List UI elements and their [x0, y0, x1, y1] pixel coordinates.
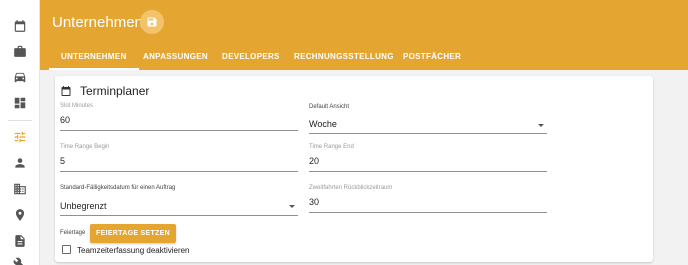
default-view-value[interactable]: Woche — [309, 119, 337, 129]
person-icon[interactable] — [12, 155, 28, 171]
field-underline — [309, 133, 547, 134]
tab-bar: UNTERNEHMEN ANPASSUNGEN DEVELOPERS RECHN… — [40, 46, 688, 70]
dashboard-icon[interactable] — [12, 95, 28, 111]
app-header: Unternehmen UNTERNEHMEN ANPASSUNGEN DEVE… — [40, 0, 688, 70]
sidebar-divider — [8, 120, 32, 121]
field-underline — [60, 171, 298, 172]
slot-minutes-label: Slot Minutes — [60, 103, 94, 109]
field-underline — [309, 212, 547, 213]
tab-developers[interactable]: DEVELOPERS — [222, 52, 280, 61]
time-range-begin-label: Time Range Begin — [60, 144, 110, 150]
wrench-icon[interactable] — [12, 256, 28, 265]
tab-postfaecher[interactable]: POSTFÄCHER — [403, 52, 461, 61]
due-date-value[interactable]: Unbegrenzt — [60, 201, 107, 211]
sidebar — [0, 0, 40, 265]
save-icon — [147, 17, 157, 27]
field-underline — [60, 130, 298, 131]
slot-minutes-value[interactable]: 60 — [60, 115, 70, 125]
due-date-label: Standard-Fälligkeitsdatum für einen Auft… — [60, 185, 176, 191]
team-time-label: Teamzeiterfassung deaktivieren — [77, 246, 190, 255]
timespan-back-field[interactable]: Zweitfahrten Rückblickzeitraum 30 — [309, 185, 547, 213]
field-underline — [309, 171, 547, 172]
team-time-checkbox[interactable] — [62, 245, 71, 254]
tab-rechnungsstellung[interactable]: RECHNUNGSSTELLUNG — [294, 52, 394, 61]
chevron-down-icon[interactable] — [289, 205, 295, 208]
page-title: Unternehmen — [52, 14, 143, 31]
scheduler-card: Terminplaner Slot Minutes 60 Default Ans… — [55, 76, 653, 262]
time-range-begin-field[interactable]: Time Range Begin 5 — [60, 144, 298, 172]
document-icon[interactable] — [12, 233, 28, 249]
chevron-down-icon[interactable] — [538, 124, 544, 127]
time-range-end-field[interactable]: Time Range End 20 — [309, 144, 547, 172]
due-date-select[interactable]: Standard-Fälligkeitsdatum für einen Auft… — [60, 185, 298, 216]
tab-unternehmen[interactable]: UNTERNEHMEN — [49, 52, 138, 70]
timespan-back-label: Zweitfahrten Rückblickzeitraum — [309, 185, 393, 191]
briefcase-icon[interactable] — [12, 43, 28, 59]
default-view-select[interactable]: Default Ansicht Woche — [309, 104, 547, 134]
time-range-end-value[interactable]: 20 — [309, 156, 319, 166]
default-view-label: Default Ansicht — [309, 104, 350, 110]
car-icon[interactable] — [12, 69, 28, 85]
slot-minutes-field[interactable]: Slot Minutes 60 — [60, 103, 298, 131]
calendar-icon — [60, 84, 74, 98]
card-title: Terminplaner — [80, 84, 150, 98]
calendar-icon[interactable] — [12, 18, 28, 34]
set-holidays-button[interactable]: FEIERTAGE SETZEN — [90, 224, 176, 243]
time-range-begin-value[interactable]: 5 — [60, 156, 65, 166]
holidays-label: Feiertage — [60, 230, 86, 236]
field-underline — [60, 215, 298, 216]
location-icon[interactable] — [12, 207, 28, 223]
time-range-end-label: Time Range End — [309, 144, 354, 150]
building-icon[interactable] — [12, 181, 28, 197]
timespan-back-value[interactable]: 30 — [309, 197, 319, 207]
tune-icon[interactable] — [12, 129, 28, 145]
save-button[interactable] — [140, 10, 164, 34]
tab-anpassungen[interactable]: ANPASSUNGEN — [143, 52, 208, 61]
